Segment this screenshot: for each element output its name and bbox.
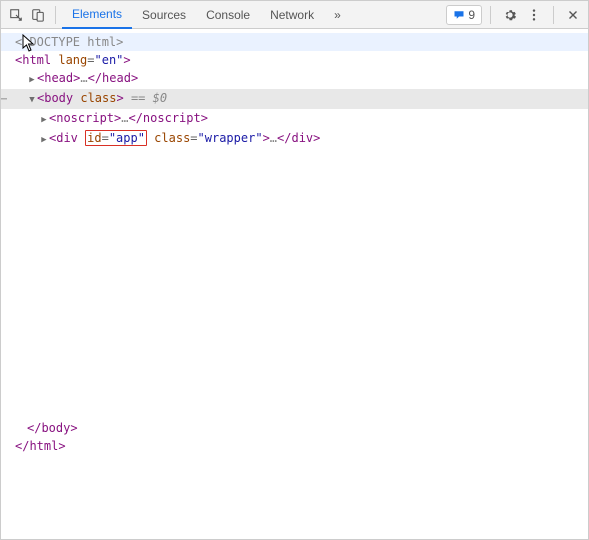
tab-sources[interactable]: Sources bbox=[132, 1, 196, 29]
device-toggle-icon[interactable] bbox=[27, 4, 49, 26]
expand-icon[interactable]: ▶ bbox=[39, 131, 49, 149]
tab-elements[interactable]: Elements bbox=[62, 1, 132, 29]
node-script[interactable]: <span class="attr-name">src</span><span … bbox=[1, 167, 588, 185]
close-icon[interactable] bbox=[562, 4, 584, 26]
toolbar-separator bbox=[553, 6, 554, 24]
tab-strip: Elements Sources Console Network » bbox=[62, 1, 446, 29]
dom-tree[interactable]: <!DOCTYPE html> <html lang="en"> ▶<head>… bbox=[1, 29, 588, 539]
node-body-open[interactable]: ⋯▼<body class> == $0 bbox=[1, 89, 588, 109]
node-script[interactable]: <span class="attr-name">src</span><span … bbox=[1, 203, 588, 221]
toolbar-separator bbox=[490, 6, 491, 24]
node-script[interactable]: <span class="attr-name">src</span><span … bbox=[1, 329, 588, 347]
settings-icon[interactable] bbox=[499, 4, 521, 26]
node-script[interactable]: <span class="attr-name">src</span><span … bbox=[1, 185, 588, 203]
node-script[interactable]: <span class="attr-name">src</span><span … bbox=[1, 347, 588, 365]
devtools-toolbar: Elements Sources Console Network » 9 bbox=[1, 1, 588, 29]
node-script-close[interactable] bbox=[1, 311, 588, 329]
overflow-dots-icon: ⋯ bbox=[1, 91, 7, 109]
node-script[interactable]: <span class="attr-name">src</span><span … bbox=[1, 365, 588, 383]
node-script[interactable]: <span class="attr-name">src</span><span … bbox=[1, 149, 588, 167]
node-script[interactable]: <span class="attr-name">src</span><span … bbox=[1, 401, 588, 419]
tab-console[interactable]: Console bbox=[196, 1, 260, 29]
node-noscript[interactable]: ▶<noscript>…</noscript> bbox=[1, 109, 588, 129]
node-script[interactable]: <span class="attr-name">src</span><span … bbox=[1, 221, 588, 239]
node-html-open[interactable]: <html lang="en"> bbox=[1, 51, 588, 69]
node-script[interactable]: <span class="attr-name">src</span><span … bbox=[1, 293, 588, 311]
node-doctype[interactable]: <!DOCTYPE html> bbox=[1, 33, 588, 51]
node-script[interactable]: <span class="attr-name">src</span><span … bbox=[1, 275, 588, 293]
messages-button[interactable]: 9 bbox=[446, 5, 482, 25]
node-script[interactable]: <span class="attr-name">src</span><span … bbox=[1, 383, 588, 401]
expand-icon[interactable]: ▶ bbox=[39, 111, 49, 129]
tab-overflow[interactable]: » bbox=[324, 1, 351, 29]
inspect-icon[interactable] bbox=[5, 4, 27, 26]
collapse-icon[interactable]: ▼ bbox=[27, 91, 37, 109]
toolbar-separator bbox=[55, 6, 56, 24]
more-icon[interactable] bbox=[523, 4, 545, 26]
expand-icon[interactable]: ▶ bbox=[27, 71, 37, 89]
node-head[interactable]: ▶<head>…</head> bbox=[1, 69, 588, 89]
node-div-app[interactable]: ▶<div id="app" class="wrapper">…</div> bbox=[1, 129, 588, 149]
node-html-close[interactable]: </html> bbox=[1, 437, 588, 455]
node-body-close[interactable]: </body> bbox=[1, 419, 588, 437]
node-script[interactable]: <span class="attr-name">src</span><span … bbox=[1, 239, 588, 257]
node-script[interactable]: <span class="attr-name">src</span><span … bbox=[1, 257, 588, 275]
messages-count: 9 bbox=[468, 8, 475, 22]
tab-network[interactable]: Network bbox=[260, 1, 324, 29]
